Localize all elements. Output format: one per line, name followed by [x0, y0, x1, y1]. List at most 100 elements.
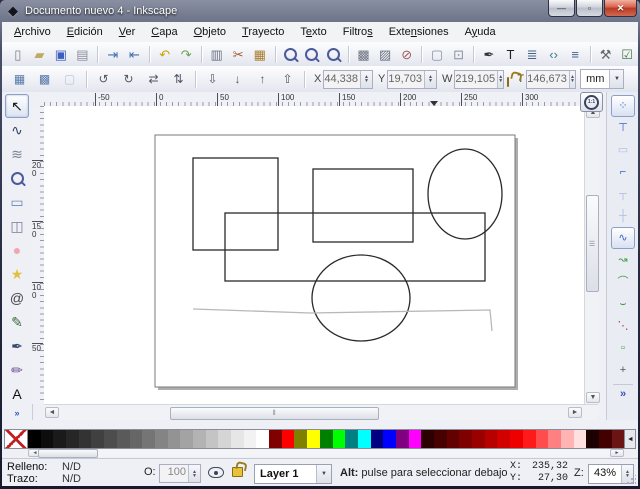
menu-trayecto[interactable]: Trayecto	[234, 23, 292, 42]
rotate-90-ccw[interactable]: ↺	[92, 69, 115, 90]
palette-swatch-12[interactable]	[180, 430, 193, 448]
palette-swatch-37[interactable]	[497, 430, 510, 448]
spiral-tool[interactable]: @	[5, 286, 29, 310]
snap-bbox-corners[interactable]: ⌐	[611, 161, 635, 183]
palette-swatch-0[interactable]	[28, 430, 41, 448]
palette-swatch-33[interactable]	[447, 430, 460, 448]
menu-objeto[interactable]: Objeto	[186, 23, 234, 42]
palette-swatch-29[interactable]	[396, 430, 409, 448]
titlebar[interactable]: ◆ Documento nuevo 4 - Inkscape — ▫ ✕	[0, 0, 640, 22]
import-document[interactable]: ⇥	[103, 44, 123, 65]
menu-archivo[interactable]: Archivo	[6, 23, 59, 42]
palette-swatch-30[interactable]	[409, 430, 422, 448]
fill-stroke-dialog[interactable]: ✒	[479, 44, 499, 65]
inkscape-preferences[interactable]: ⚒	[596, 44, 616, 65]
palette-swatch-14[interactable]	[206, 430, 219, 448]
palette-swatch-36[interactable]	[485, 430, 498, 448]
document-properties[interactable]: ☑	[617, 44, 637, 65]
palette-swatch-38[interactable]	[510, 430, 523, 448]
palette-swatch-1[interactable]	[41, 430, 54, 448]
palette-swatch-20[interactable]	[282, 430, 295, 448]
cut[interactable]: ✂	[228, 44, 248, 65]
enable-snapping[interactable]: ⁘	[611, 95, 635, 117]
vertical-scrollbar[interactable]: ▲ ☰ ▼	[584, 106, 599, 404]
horizontal-scroll-thumb[interactable]: ⦀	[170, 407, 379, 420]
palette-scroll-thumb[interactable]	[38, 449, 98, 458]
selector-tool[interactable]: ↖	[5, 94, 29, 118]
snap-cusp-nodes[interactable]: ⌒	[611, 271, 635, 293]
undo[interactable]: ↶	[155, 44, 175, 65]
lower-one-step[interactable]: ↓	[226, 69, 249, 90]
palette-swatch-9[interactable]	[142, 430, 155, 448]
lock-dimensions-toggle[interactable]	[507, 77, 509, 87]
fill-stroke-values[interactable]: N/D N/D	[62, 461, 81, 485]
x-field[interactable]: 44,338 ▲▼	[323, 70, 373, 89]
3d-box-tool[interactable]: ◫	[5, 214, 29, 238]
palette-strip-scroll-arrow[interactable]: ◄	[624, 430, 635, 448]
unit-dropdown[interactable]: mm ▼	[580, 69, 624, 89]
raise-one-step[interactable]: ↑	[251, 69, 274, 90]
color-managed-display-toggle[interactable]	[586, 406, 599, 419]
rectangle-tool[interactable]: ▭	[5, 190, 29, 214]
palette-scrollbar[interactable]: ◄ ►	[28, 449, 624, 457]
palette-swatch-19[interactable]	[269, 430, 282, 448]
ellipse-tool[interactable]: ●	[5, 238, 29, 262]
rotate-90-cw[interactable]: ↻	[117, 69, 140, 90]
horizontal-ruler[interactable]: -50050100150200250300350	[44, 92, 582, 107]
close-button[interactable]: ✕	[604, 0, 637, 17]
scroll-left-button[interactable]: ◄	[45, 407, 59, 418]
menu-ayuda[interactable]: Ayuda	[457, 23, 504, 42]
toolbox-overflow-chevron[interactable]: »	[14, 408, 19, 418]
palette-swatch-42[interactable]	[561, 430, 574, 448]
select-all[interactable]: ▦	[8, 69, 31, 90]
palette-swatch-6[interactable]	[104, 430, 117, 448]
w-field[interactable]: 219,105 ▲▼	[454, 70, 504, 89]
menu-capa[interactable]: Capa	[143, 23, 185, 42]
zoom-to-page[interactable]	[323, 44, 343, 65]
palette-swatch-39[interactable]	[523, 430, 536, 448]
palette-swatch-15[interactable]	[218, 430, 231, 448]
layers-dialog[interactable]: ≣	[522, 44, 542, 65]
opacity-spinner[interactable]: ▲▼	[188, 465, 200, 482]
palette-swatch-24[interactable]	[333, 430, 346, 448]
y-field[interactable]: 19,703 ▲▼	[387, 70, 437, 89]
palette-swatch-2[interactable]	[53, 430, 66, 448]
bezier-pen-tool[interactable]: ✒	[5, 334, 29, 358]
menu-filtros[interactable]: Filtros	[335, 23, 381, 42]
vertical-scroll-thumb[interactable]: ☰	[586, 195, 599, 292]
palette-swatch-16[interactable]	[231, 430, 244, 448]
layer-dropdown[interactable]: Layer 1 ▼	[254, 464, 332, 484]
palette-swatch-23[interactable]	[320, 430, 333, 448]
palette-swatch-7[interactable]	[117, 430, 130, 448]
palette-swatch-8[interactable]	[130, 430, 143, 448]
flip-vertical[interactable]: ⇅	[167, 69, 190, 90]
text-tool[interactable]: A	[5, 382, 29, 406]
new-document[interactable]: ▯	[8, 44, 28, 65]
text-dialog[interactable]: T	[501, 44, 521, 65]
palette-swatch-3[interactable]	[66, 430, 79, 448]
tweak-tool[interactable]: ≋	[5, 142, 29, 166]
scroll-right-button[interactable]: ►	[568, 407, 582, 418]
palette-swatch-25[interactable]	[345, 430, 358, 448]
pencil-tool[interactable]: ✎	[5, 310, 29, 334]
palette-swatch-28[interactable]	[383, 430, 396, 448]
flip-horizontal[interactable]: ⇄	[142, 69, 165, 90]
maximize-button[interactable]: ▫	[576, 0, 603, 17]
palette-swatch-45[interactable]	[599, 430, 612, 448]
palette-swatch-41[interactable]	[548, 430, 561, 448]
palette-swatch-31[interactable]	[421, 430, 434, 448]
resize-grip[interactable]	[626, 475, 636, 485]
node-tool[interactable]: ∿	[5, 118, 29, 142]
lower-to-bottom[interactable]: ⇩	[201, 69, 224, 90]
palette-swatch-44[interactable]	[586, 430, 599, 448]
palette-swatch-10[interactable]	[155, 430, 168, 448]
snap-object-centers[interactable]: ▫	[611, 337, 635, 359]
menu-edicion[interactable]: Edición	[59, 23, 111, 42]
palette-swatch-5[interactable]	[91, 430, 104, 448]
horizontal-scrollbar[interactable]: ◄ ⦀ ►	[44, 404, 598, 421]
palette-swatch-13[interactable]	[193, 430, 206, 448]
xml-editor[interactable]: ‹›	[544, 44, 564, 65]
copy[interactable]: ▥	[207, 44, 227, 65]
snapbar-overflow-chevron[interactable]: »	[620, 388, 626, 400]
canvas[interactable]	[44, 106, 584, 404]
